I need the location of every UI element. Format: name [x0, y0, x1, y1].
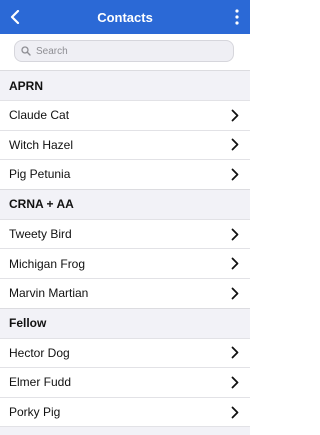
chevron-right-icon — [230, 286, 240, 300]
contact-name: Porky Pig — [9, 405, 61, 420]
back-button[interactable] — [4, 5, 26, 29]
section-header: Fellow — [0, 307, 250, 338]
search-input[interactable] — [36, 45, 216, 57]
contact-name: Marvin Martian — [9, 286, 89, 301]
contact-row[interactable]: Marvin Martian — [0, 277, 250, 308]
chevron-left-icon — [10, 10, 20, 24]
contact-row[interactable]: Hector Dog — [0, 337, 250, 368]
search-bar — [0, 34, 250, 68]
top-bar: Contacts — [0, 0, 250, 34]
chevron-right-icon — [230, 108, 240, 122]
contact-row[interactable]: Pig Petunia — [0, 159, 250, 189]
contacts-list: APRN Claude Cat Witch Hazel Pig Petunia CRNA… — [0, 70, 250, 435]
contact-name: Witch Hazel — [9, 137, 74, 152]
chevron-right-icon — [230, 227, 240, 241]
chevron-right-icon — [230, 138, 240, 152]
contacts-screen: Contacts APRN Claude Cat Witch Hazel Pig Pe… — [0, 0, 250, 435]
contact-name: Hector Dog — [9, 345, 70, 360]
chevron-right-icon — [230, 405, 240, 419]
chevron-right-icon — [230, 257, 240, 271]
section-header: CRNA + AA — [0, 188, 250, 219]
contact-name: Elmer Fudd — [9, 375, 72, 390]
page-title: Contacts — [97, 9, 153, 25]
more-options-button[interactable] — [228, 5, 246, 29]
contact-row[interactable]: Tweety Bird — [0, 218, 250, 249]
contact-row[interactable]: Witch Hazel — [0, 129, 250, 160]
search-icon — [21, 46, 31, 56]
contact-name: Pig Petunia — [9, 167, 71, 182]
search-field[interactable] — [14, 40, 234, 62]
contact-row[interactable]: Elmer Fudd — [0, 367, 250, 397]
contact-row[interactable]: Claude Cat — [0, 100, 250, 130]
contact-name: Michigan Frog — [9, 256, 86, 271]
contact-row[interactable]: Michigan Frog — [0, 248, 250, 278]
list-footer — [0, 426, 250, 435]
more-vertical-icon — [235, 9, 239, 25]
contact-name: Tweety Bird — [9, 227, 72, 242]
contact-name: Claude Cat — [9, 108, 70, 123]
chevron-right-icon — [230, 375, 240, 389]
section-header: APRN — [0, 70, 250, 100]
contact-row[interactable]: Porky Pig — [0, 396, 250, 427]
chevron-right-icon — [230, 346, 240, 360]
chevron-right-icon — [230, 167, 240, 181]
